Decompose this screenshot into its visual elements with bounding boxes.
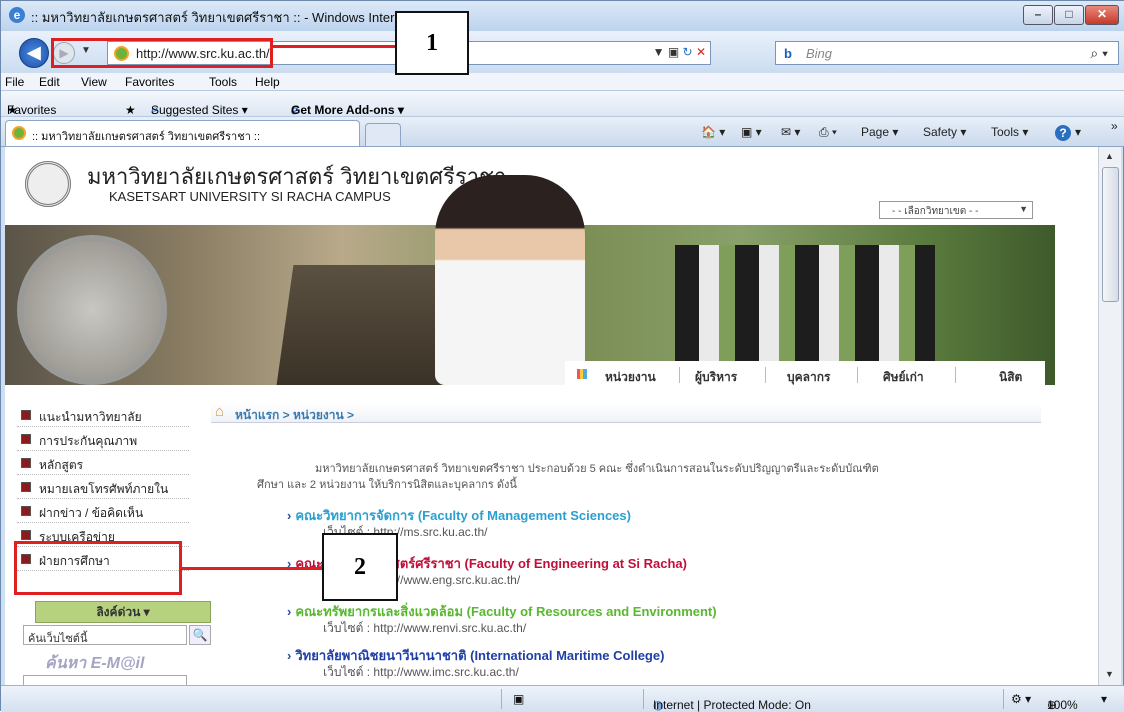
faculty-url[interactable]: เว็บไซต์ : http://www.imc.src.ku.ac.th/: [323, 663, 519, 682]
annotation-label-1: 1: [395, 11, 469, 75]
sidebar-item-about[interactable]: แนะนำมหาวิทยาลัย: [17, 403, 189, 427]
bullet-icon: [21, 482, 31, 492]
nav-students[interactable]: นิสิต: [999, 368, 1022, 387]
annotation-line: [273, 45, 395, 48]
bullet-icon: [21, 506, 31, 516]
site-search-input[interactable]: ค้นเว็บไซต์นี้: [23, 625, 187, 645]
sidebar-item-quality[interactable]: การประกันคุณภาพ: [17, 427, 189, 451]
ie-logo-icon: e: [9, 7, 25, 23]
refresh-icon: ↻: [682, 45, 693, 59]
nav-alumni[interactable]: ศิษย์เก่า: [883, 368, 924, 387]
student-image: [435, 175, 585, 385]
nav-administrators[interactable]: ผู้บริหาร: [695, 368, 737, 387]
menu-tools[interactable]: Tools: [209, 75, 237, 89]
nav-departments[interactable]: หน่วยงาน: [605, 368, 656, 387]
site-title-english: KASETSART UNIVERSITY SI RACHA CAMPUS: [109, 189, 391, 204]
security-settings-icon[interactable]: ⚙ ▾: [1011, 692, 1031, 706]
annotation-box-address: [51, 38, 273, 68]
bullet-icon: [21, 410, 31, 420]
chevron-more-icon[interactable]: »: [1111, 119, 1118, 133]
maximize-button[interactable]: □: [1054, 5, 1084, 25]
breadcrumb: ⌂ หน้าแรก > หน่วยงาน >: [211, 403, 1041, 423]
feeds-icon[interactable]: ▣ ▾: [741, 125, 762, 139]
home-icon[interactable]: 🏠 ▾: [701, 125, 725, 139]
university-seal-logo: [25, 161, 71, 207]
compat-view-icon: ▣: [667, 45, 680, 59]
mail-icon[interactable]: ✉ ▾: [781, 125, 800, 139]
search-icon[interactable]: ⌕ ▾: [1090, 45, 1108, 62]
intro-text-line2: ศึกษา และ 2 หน่วยงาน ให้บริการนิสิตและบุ…: [257, 479, 517, 491]
scroll-down-icon: ▼: [1105, 669, 1114, 679]
tab-active[interactable]: :: มหาวิทยาลัยเกษตรศาสตร์ วิทยาเขตศรีราช…: [5, 120, 360, 146]
sidebar-item-curriculum[interactable]: หลักสูตร: [17, 451, 189, 475]
tab-favicon-icon: [12, 126, 26, 140]
home-icon[interactable]: ⌂: [215, 403, 224, 420]
grid-icon: [577, 369, 587, 379]
annotation-line: [182, 567, 322, 570]
menu-help[interactable]: Help: [255, 75, 280, 89]
back-button[interactable]: ◀: [19, 38, 49, 68]
breadcrumb-text[interactable]: หน้าแรก > หน่วยงาน >: [235, 406, 354, 425]
university-emblem-image: [17, 235, 167, 385]
scroll-up-icon: ▲: [1105, 151, 1114, 161]
bullet-icon: [21, 458, 31, 468]
menu-favorites[interactable]: Favorites: [125, 75, 174, 89]
menu-view[interactable]: View: [81, 75, 107, 89]
faculty-url[interactable]: เว็บไซต์ : http://www.renvi.src.ku.ac.th…: [323, 619, 526, 638]
minimize-button[interactable]: –: [1023, 5, 1053, 25]
close-button[interactable]: ✕: [1085, 5, 1119, 25]
help-icon[interactable]: ?: [1055, 125, 1071, 141]
page-menu[interactable]: Page ▾: [861, 125, 898, 139]
bullet-icon: [21, 434, 31, 444]
print-icon[interactable]: ⎙ ▾: [819, 125, 837, 140]
browser-window: e :: มหาวิทยาลัยเกษตรศาสตร์ วิทยาเขตศรีร…: [0, 0, 1124, 712]
search-email-logo[interactable]: ค้นหา E-M@il: [45, 651, 144, 676]
campus-select[interactable]: - - เลือกวิทยาเขต - - ▼: [879, 201, 1033, 219]
sidebar-item-phone[interactable]: หมายเลขโทรศัพท์ภายใน: [17, 475, 189, 499]
extra-select[interactable]: [23, 675, 187, 685]
tab-label: :: มหาวิทยาลัยเกษตรศาสตร์ วิทยาเขตศรีราช…: [32, 131, 261, 143]
favorites-bar: ★ Favorites ★ ℯ Suggested Sites ▾ ℯ Get …: [1, 91, 1124, 117]
address-tools[interactable]: ▼ ▣ ↻ ✕: [653, 45, 706, 59]
new-tab-button[interactable]: [365, 123, 401, 146]
title-bar: e :: มหาวิทยาลัยเกษตรศาสตร์ วิทยาเขตศรีร…: [1, 1, 1124, 31]
zoom-dropdown[interactable]: ▾: [1101, 692, 1107, 706]
annotation-box-education: [14, 541, 182, 595]
bing-logo-icon: b: [784, 46, 792, 61]
scroll-thumb[interactable]: [1102, 167, 1119, 302]
safety-menu[interactable]: Safety ▾: [923, 125, 966, 139]
search-icon[interactable]: 🔍: [189, 625, 211, 645]
menu-file[interactable]: File: [5, 75, 24, 89]
chevron-down-icon: ▼: [1019, 204, 1028, 214]
popup-blocker-icon[interactable]: ▣: [513, 692, 524, 706]
status-bar: ▣ ◍ Internet | Protected Mode: On ⚙ ▾ ⊕ 1…: [1, 685, 1124, 712]
tools-menu[interactable]: Tools ▾: [991, 125, 1028, 139]
help-dropdown[interactable]: ▾: [1075, 125, 1081, 139]
nav-staff[interactable]: บุคลากร: [787, 368, 830, 387]
menu-bar: File Edit View Favorites Tools Help: [1, 73, 1124, 91]
vertical-scrollbar[interactable]: ▲ ▼: [1098, 147, 1121, 685]
sidebar-item-feedback[interactable]: ฝากข่าว / ข้อคิดเห็น: [17, 499, 189, 523]
bullet-icon: [21, 530, 31, 540]
page-content: มหาวิทยาลัยเกษตรศาสตร์ วิทยาเขตศรีราชา K…: [5, 147, 1098, 685]
main-navigation: หน่วยงาน ผู้บริหาร บุคลากร ศิษย์เก่า นิส…: [565, 361, 1045, 389]
stop-icon: ✕: [695, 45, 706, 59]
annotation-label-2: 2: [322, 533, 398, 601]
search-placeholder[interactable]: Bing: [806, 46, 832, 61]
quick-links-header[interactable]: ลิงค์ด่วน ▾: [35, 601, 211, 623]
menu-edit[interactable]: Edit: [39, 75, 60, 89]
search-box[interactable]: b Bing ⌕ ▾: [775, 41, 1119, 65]
